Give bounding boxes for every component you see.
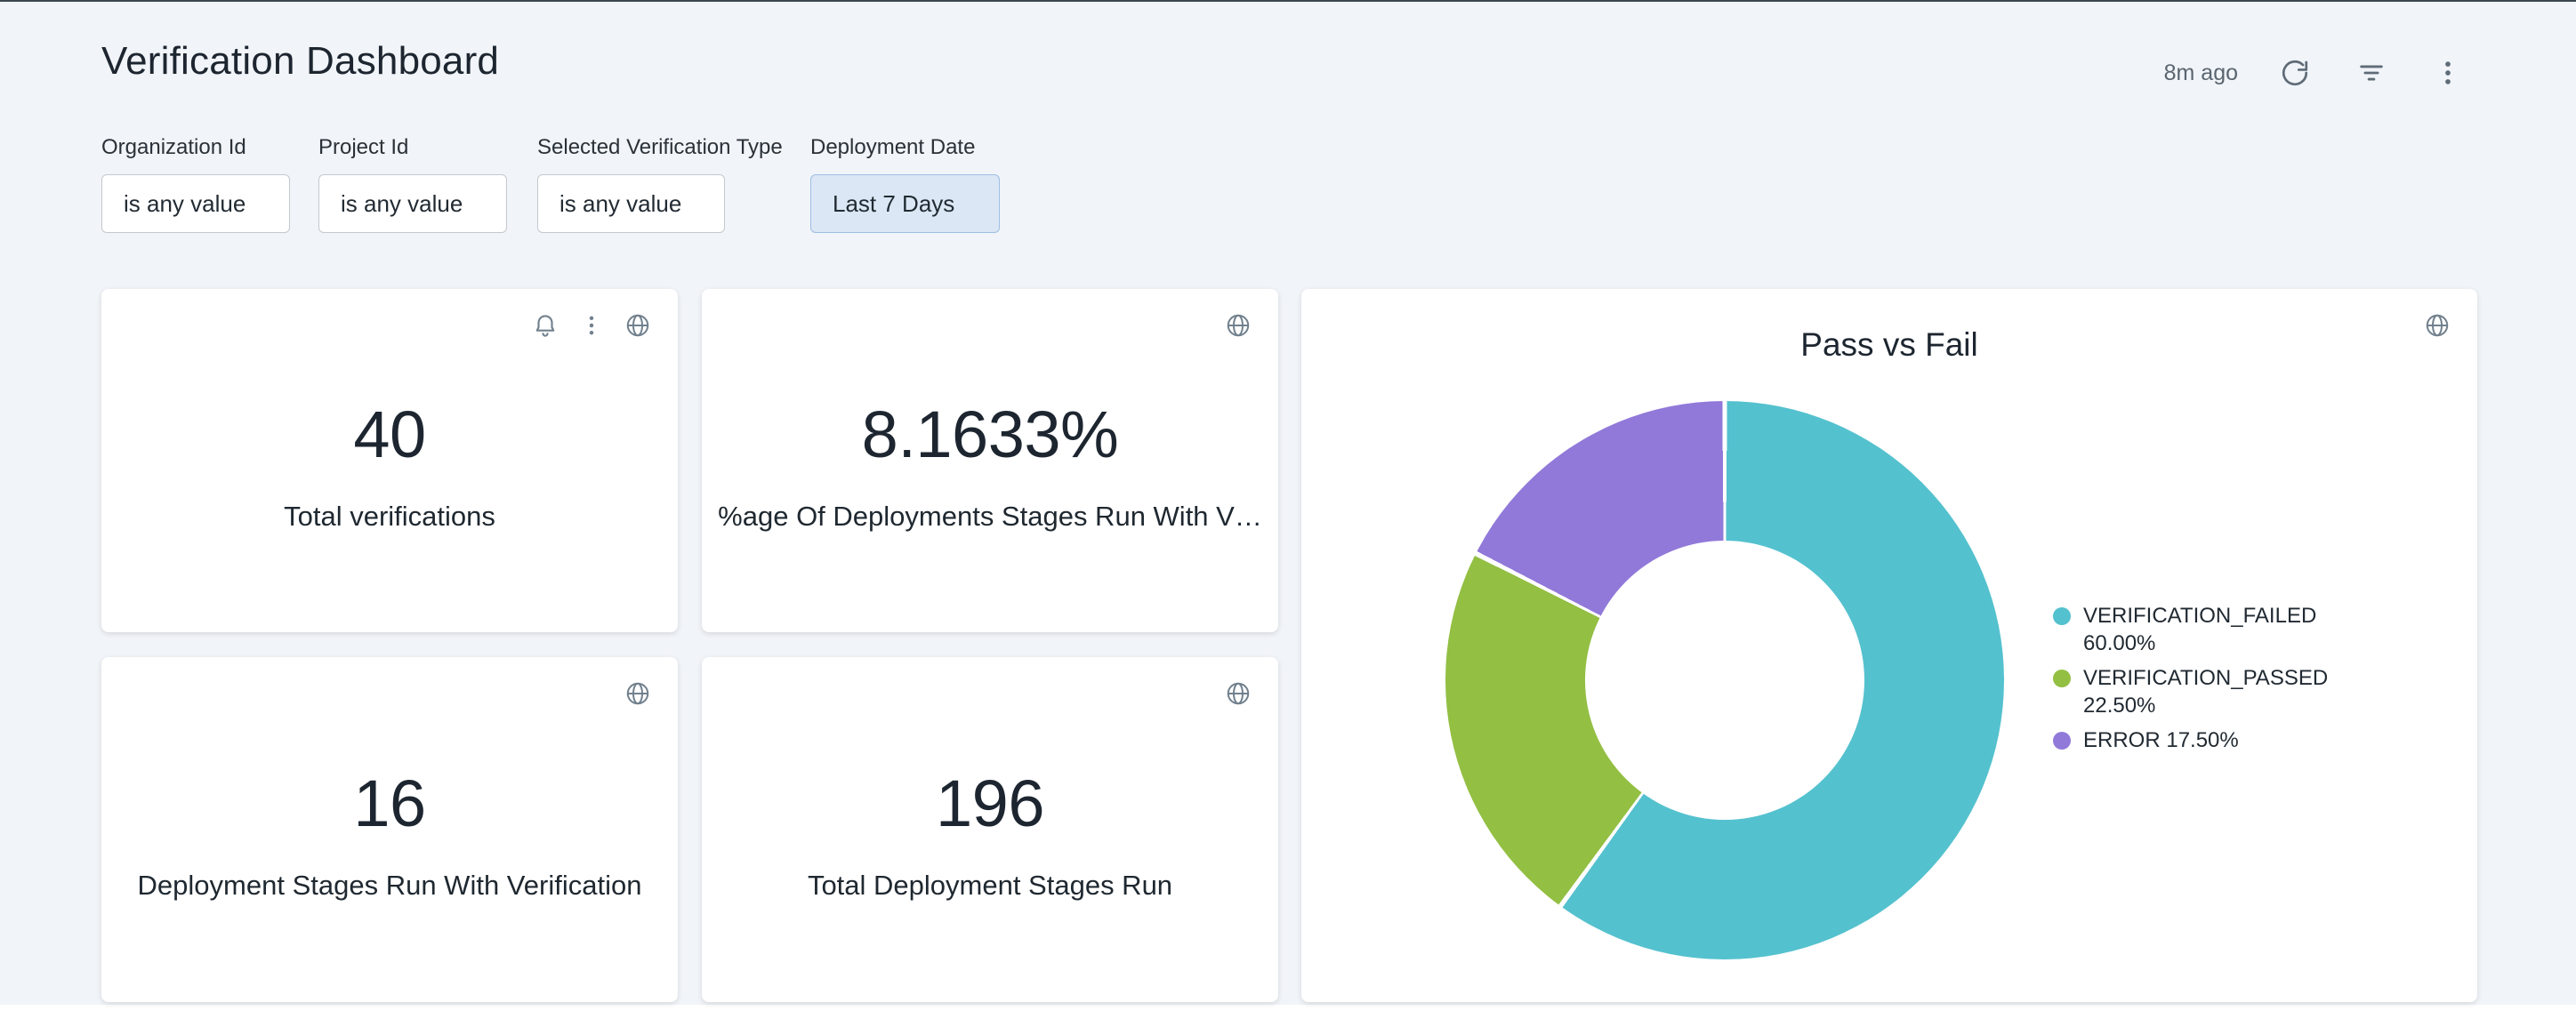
chart-legend: VERIFICATION_FAILED 60.00% VERIFICATION_… bbox=[2053, 602, 2339, 754]
donut-hole bbox=[1585, 541, 1864, 820]
tile-actions bbox=[1221, 309, 1255, 342]
tile-pct-deployments-with-verification: 8.1633% %age Of Deployments Stages Run W… bbox=[702, 289, 1278, 632]
globe-icon bbox=[624, 680, 651, 707]
chart-title: Pass vs Fail bbox=[1301, 326, 2477, 364]
tile-actions bbox=[1221, 677, 1255, 710]
filter-deployment-date: Deployment Date Last 7 Days bbox=[810, 135, 1000, 233]
tile-actions bbox=[528, 309, 655, 342]
alert-bell-icon bbox=[532, 312, 559, 339]
globe-icon bbox=[624, 312, 651, 339]
kebab-menu-icon bbox=[2433, 58, 2463, 88]
filter-label: Selected Verification Type bbox=[537, 135, 783, 160]
filter-toggle-button[interactable] bbox=[2348, 50, 2395, 96]
kebab-menu-icon bbox=[579, 313, 604, 338]
last-refresh-label: 8m ago bbox=[2164, 60, 2238, 86]
pass-vs-fail-card: Pass vs Fail VERIFICATION_FAILED 60.00% … bbox=[1301, 289, 2477, 1002]
tile-actions bbox=[621, 677, 655, 710]
legend-item-verification-failed[interactable]: VERIFICATION_FAILED 60.00% bbox=[2053, 602, 2339, 657]
header-actions: 8m ago bbox=[2164, 50, 2471, 96]
filter-value-verification-type[interactable]: is any value bbox=[537, 174, 725, 233]
filter-label: Project Id bbox=[318, 135, 507, 160]
dashboard-page: Verification Dashboard 8m ago Organizati… bbox=[0, 0, 2576, 1019]
legend-dot bbox=[2053, 607, 2071, 625]
tile-value: 16 bbox=[353, 768, 425, 839]
explore-link-button[interactable] bbox=[2420, 309, 2454, 342]
tile-total-deployment-stages-run: 196 Total Deployment Stages Run bbox=[702, 657, 1278, 1002]
filter-label: Deployment Date bbox=[810, 135, 1000, 160]
explore-link-button[interactable] bbox=[621, 677, 655, 710]
tile-menu-button[interactable] bbox=[575, 309, 608, 342]
alerts-button[interactable] bbox=[528, 309, 562, 342]
tile-label: Deployment Stages Run With Verification bbox=[138, 870, 642, 902]
legend-item-verification-passed[interactable]: VERIFICATION_PASSED 22.50% bbox=[2053, 664, 2339, 719]
tile-value: 196 bbox=[936, 768, 1044, 839]
tile-label: Total verifications bbox=[284, 501, 495, 533]
refresh-icon bbox=[2280, 58, 2310, 88]
filter-icon bbox=[2356, 58, 2387, 88]
donut-chart[interactable] bbox=[1445, 401, 2004, 959]
tile-stages-run-with-verification: 16 Deployment Stages Run With Verificati… bbox=[101, 657, 678, 1002]
filter-project-id: Project Id is any value bbox=[318, 135, 507, 233]
tile-total-verifications: 40 Total verifications bbox=[101, 289, 678, 632]
dashboard-menu-button[interactable] bbox=[2425, 50, 2471, 96]
filter-value-organization-id[interactable]: is any value bbox=[101, 174, 290, 233]
legend-item-error[interactable]: ERROR 17.50% bbox=[2053, 726, 2339, 754]
tile-value: 8.1633% bbox=[862, 399, 1119, 470]
globe-icon bbox=[1225, 312, 1252, 339]
refresh-button[interactable] bbox=[2272, 50, 2318, 96]
tile-value: 40 bbox=[353, 399, 425, 470]
globe-icon bbox=[2424, 312, 2451, 339]
filter-verification-type: Selected Verification Type is any value bbox=[537, 135, 783, 233]
legend-label: ERROR 17.50% bbox=[2083, 726, 2239, 754]
filter-value-deployment-date[interactable]: Last 7 Days bbox=[810, 174, 1000, 233]
filter-label: Organization Id bbox=[101, 135, 290, 160]
explore-link-button[interactable] bbox=[1221, 677, 1255, 710]
legend-label: VERIFICATION_PASSED 22.50% bbox=[2083, 664, 2339, 719]
tile-actions bbox=[2420, 309, 2454, 342]
legend-dot bbox=[2053, 732, 2071, 750]
explore-link-button[interactable] bbox=[1221, 309, 1255, 342]
filter-value-project-id[interactable]: is any value bbox=[318, 174, 507, 233]
legend-dot bbox=[2053, 670, 2071, 687]
globe-icon bbox=[1225, 680, 1252, 707]
filter-organization-id: Organization Id is any value bbox=[101, 135, 290, 233]
explore-link-button[interactable] bbox=[621, 309, 655, 342]
tile-label: Total Deployment Stages Run bbox=[808, 870, 1172, 902]
page-title: Verification Dashboard bbox=[101, 39, 499, 84]
legend-label: VERIFICATION_FAILED 60.00% bbox=[2083, 602, 2339, 657]
tile-label: %age Of Deployments Stages Run With V… bbox=[718, 501, 1262, 533]
